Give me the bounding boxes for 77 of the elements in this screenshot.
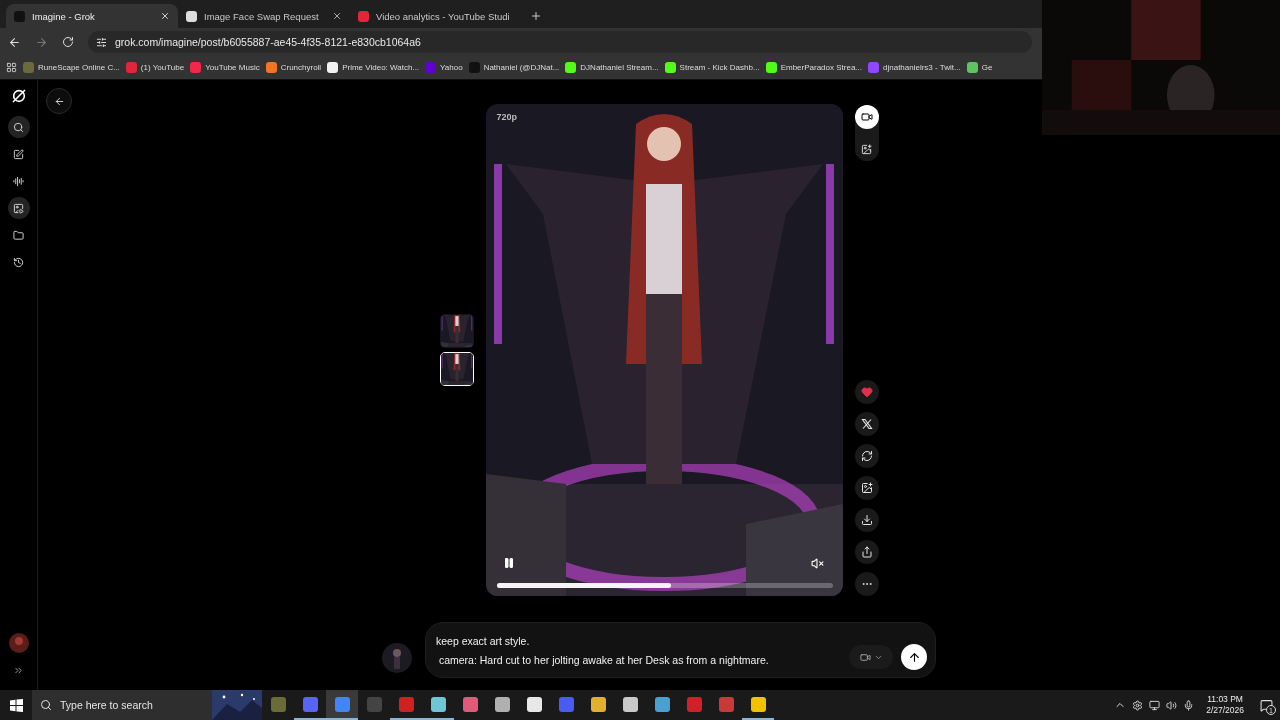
history-icon <box>13 256 24 268</box>
reload-icon[interactable] <box>62 36 74 48</box>
bookmark[interactable]: Yahoo <box>425 62 463 73</box>
settings-icon[interactable] <box>1132 699 1144 711</box>
progress-track[interactable] <box>496 583 833 588</box>
volume-icon[interactable] <box>1166 699 1178 711</box>
sidebar-button[interactable] <box>7 197 30 219</box>
apps-icon[interactable] <box>6 62 17 73</box>
time-text: 11:03 PM <box>1207 694 1243 705</box>
folder-icon <box>13 229 24 241</box>
new-tab-icon[interactable] <box>530 10 542 22</box>
pause-icon <box>502 557 515 569</box>
expand-icon[interactable] <box>13 665 24 676</box>
mode-button[interactable] <box>854 105 879 129</box>
forward-icon[interactable] <box>35 35 48 49</box>
favicon-icon <box>14 10 25 22</box>
waveform-icon <box>13 175 24 187</box>
bookmark[interactable]: Stream - Kick Dashb... <box>664 62 760 73</box>
search-icon <box>13 121 24 133</box>
close-icon[interactable] <box>160 11 170 21</box>
video-mode-dropdown[interactable] <box>849 645 893 669</box>
arrow-up-icon <box>907 650 921 664</box>
image-edit-icon <box>860 482 873 494</box>
bookmark[interactable]: Nathaniel (@DJNat... <box>468 62 560 73</box>
browser-tab[interactable]: Imagine - Grok <box>6 4 178 28</box>
video-player[interactable]: 720p <box>485 104 843 596</box>
prompt-text: camera: Hard cut to her jolting awake at her Desk as from a nightmare. <box>437 653 770 666</box>
search-icon <box>40 699 52 711</box>
close-icon[interactable] <box>332 11 342 21</box>
action-button[interactable] <box>854 412 879 436</box>
taskbar-search-field[interactable]: Type here to search <box>32 690 262 720</box>
thumbnail[interactable] <box>439 314 474 348</box>
image-icon <box>13 202 24 214</box>
avatar-icon[interactable] <box>8 633 29 653</box>
refresh-icon <box>860 450 873 462</box>
bookmark[interactable]: (1) YouTube <box>125 62 185 73</box>
bookmark[interactable]: Ge <box>966 62 993 73</box>
prompt-text: keep exact art style. <box>436 634 531 647</box>
bookmark[interactable]: YouTube Music <box>190 62 260 73</box>
address-bar[interactable]: grok.com/imagine/post/b6055887-ae45-4f35-8121-e830cb1064a6 <box>88 31 1032 53</box>
image-icon <box>861 143 872 155</box>
favicon-icon <box>358 10 369 22</box>
date-text: 2/27/2026 <box>1206 705 1244 716</box>
bookmark[interactable]: Prime Video: Watch... <box>327 62 420 73</box>
x-logo-icon <box>860 418 873 430</box>
thumbnail[interactable] <box>439 352 474 386</box>
microphone-icon[interactable] <box>1183 699 1195 711</box>
back-arrow-icon <box>53 95 65 107</box>
browser-tab[interactable]: Image Face Swap Request <box>178 4 350 28</box>
prompt-field[interactable]: keep exact art style. camera: Hard cut to her jolting awake at her Desk as from a nightmare. <box>425 622 936 678</box>
url-text: grok.com/imagine/post/b6055887-ae45-4f35-8121-e830cb1064a6 <box>115 36 421 48</box>
bookmark[interactable]: RuneScape Online C... <box>23 62 120 73</box>
bookmark[interactable]: DJNathaniel Stream... <box>565 62 659 73</box>
video-camera-icon <box>860 111 873 123</box>
pencil-icon <box>13 148 24 160</box>
favicon-icon <box>186 10 197 22</box>
bookmark[interactable]: EmberParadox Strea... <box>765 62 862 73</box>
bookmark[interactable]: djnathanielrs3 - Twit... <box>868 62 961 73</box>
logo-icon[interactable] <box>10 88 27 104</box>
bookmark[interactable]: Crunchyroll <box>265 62 322 73</box>
quality-label: 720p <box>496 112 517 122</box>
send-button[interactable] <box>901 644 927 670</box>
site-info-icon[interactable] <box>96 36 107 48</box>
action-button[interactable] <box>854 476 879 500</box>
download-icon <box>860 514 873 526</box>
network-icon[interactable] <box>1149 699 1161 711</box>
windows-logo-icon <box>9 698 23 712</box>
search-placeholder: Type here to search <box>60 699 153 711</box>
share-icon <box>860 546 873 558</box>
back-icon[interactable] <box>8 35 21 49</box>
message-icon <box>1259 698 1273 712</box>
action-button[interactable] <box>854 508 879 532</box>
action-button[interactable] <box>854 444 879 468</box>
video-camera-icon <box>859 651 871 663</box>
sidebar-button[interactable] <box>7 116 30 138</box>
clock[interactable]: 11:03 PM 2/27/2026 <box>1206 694 1244 716</box>
muted-icon <box>811 556 824 570</box>
